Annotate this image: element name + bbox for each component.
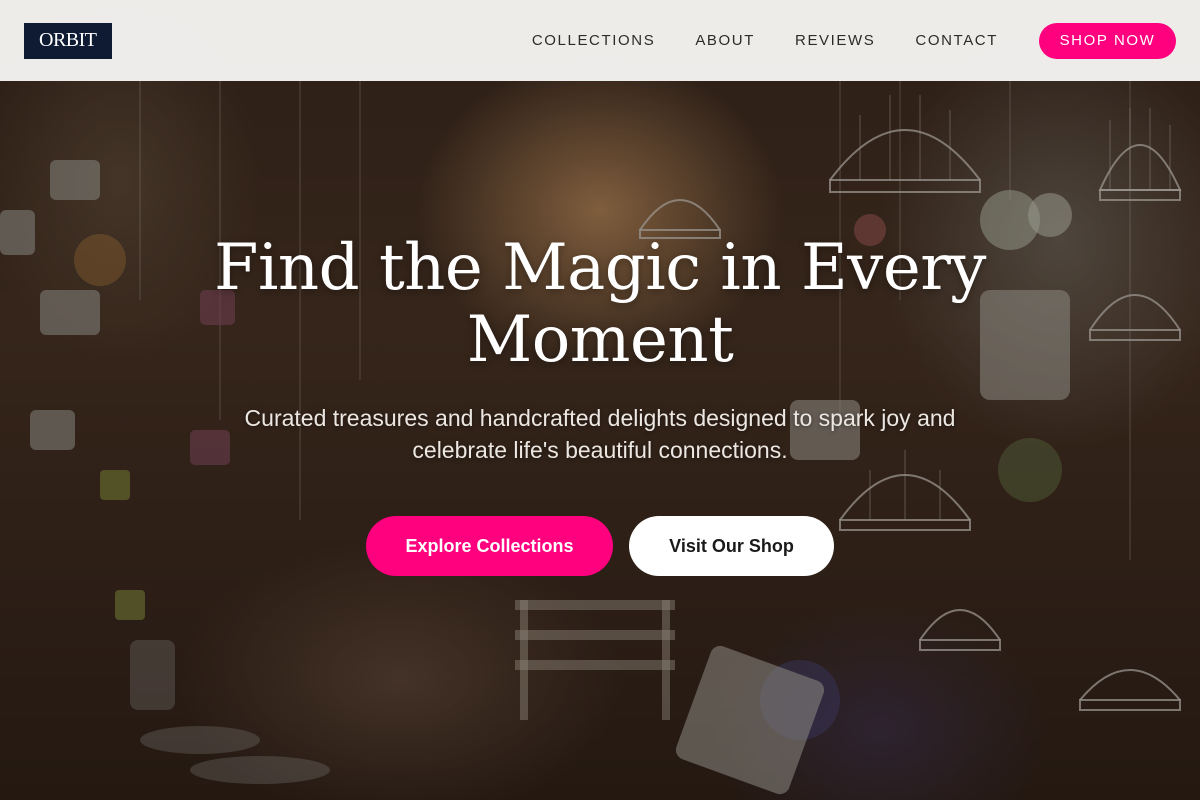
nav-link-collections[interactable]: COLLECTIONS: [532, 32, 655, 49]
visit-shop-button[interactable]: Visit Our Shop: [629, 516, 834, 576]
hero-button-group: Explore Collections Visit Our Shop: [366, 516, 834, 576]
nav-links: COLLECTIONS ABOUT REVIEWS CONTACT: [532, 32, 998, 49]
hero-section: Find the Magic in Every Moment Curated t…: [0, 232, 1200, 576]
shop-now-button[interactable]: SHOP NOW: [1039, 22, 1176, 59]
nav-right-group: COLLECTIONS ABOUT REVIEWS CONTACT SHOP N…: [532, 22, 1176, 59]
explore-collections-button[interactable]: Explore Collections: [366, 516, 613, 576]
brand-logo[interactable]: ORBIT: [24, 22, 112, 59]
nav-link-reviews[interactable]: REVIEWS: [795, 32, 875, 49]
nav-link-contact[interactable]: CONTACT: [915, 32, 998, 49]
top-navbar: ORBIT COLLECTIONS ABOUT REVIEWS CONTACT …: [0, 0, 1200, 81]
hero-title: Find the Magic in Every Moment: [214, 231, 986, 377]
nav-link-about[interactable]: ABOUT: [695, 32, 755, 49]
hero-subtitle: Curated treasures and handcrafted deligh…: [244, 405, 956, 463]
